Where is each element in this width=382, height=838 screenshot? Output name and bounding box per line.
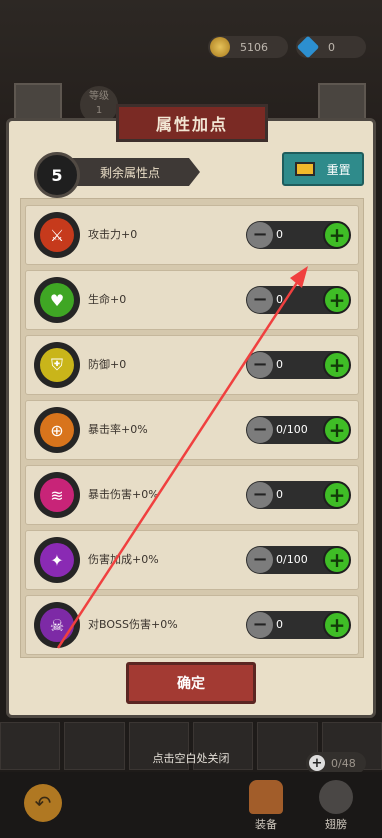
attribute-value: 0: [276, 293, 283, 306]
attribute-value: 0: [276, 358, 283, 371]
gem-value: 0: [328, 40, 335, 54]
dialog-title: 属性加点: [116, 104, 268, 142]
attribute-label: 攻击力+0: [88, 228, 138, 241]
attribute-icon-frame: ⊕: [34, 407, 80, 453]
level-value: 1: [95, 105, 103, 116]
attribute-row: ♥ 生命+0 − 0 +: [25, 270, 359, 330]
remaining-points-label: 剩余属性点: [62, 158, 200, 186]
attribute-label: 对BOSS伤害+0%: [88, 618, 178, 631]
attribute-value: 0/100: [276, 423, 308, 436]
nav-equipment[interactable]: 装备: [246, 780, 286, 832]
decrease-button[interactable]: −: [247, 482, 273, 508]
wings-icon: [319, 780, 353, 814]
boots-icon: ✦: [40, 543, 74, 577]
coin-icon: [210, 37, 230, 57]
attribute-value: 0: [276, 228, 283, 241]
attribute-stepper: − 0 +: [246, 351, 351, 379]
increase-button[interactable]: +: [323, 546, 351, 574]
gold-value: 5106: [240, 40, 268, 54]
attribute-row: ☠ 对BOSS伤害+0% − 0 +: [25, 595, 359, 655]
attribute-value: 0: [276, 488, 283, 501]
decrease-button[interactable]: −: [247, 547, 273, 573]
nav-wings-label: 翅膀: [325, 818, 347, 831]
attribute-row: ⛨ 防御+0 − 0 +: [25, 335, 359, 395]
attribute-icon-frame: ♥: [34, 277, 80, 323]
attribute-label: 暴击率+0%: [88, 423, 148, 436]
decrease-button[interactable]: −: [247, 612, 273, 638]
nav-wings[interactable]: 翅膀: [316, 780, 356, 832]
remaining-points-value: 5: [34, 152, 80, 198]
attribute-row: ≋ 暴击伤害+0% − 0 +: [25, 465, 359, 525]
attribute-stepper: − 0/100 +: [246, 546, 351, 574]
shield-icon: ⛨: [40, 348, 74, 382]
attribute-label: 生命+0: [88, 293, 127, 306]
gold-counter: 5106: [208, 36, 288, 58]
reset-button[interactable]: 重置: [282, 152, 364, 186]
reset-label: 重置: [326, 162, 351, 177]
increase-button[interactable]: +: [323, 481, 351, 509]
claw-icon: ≋: [40, 478, 74, 512]
nav-equipment-label: 装备: [255, 818, 277, 831]
inventory-count-value: 0/48: [331, 756, 356, 770]
attribute-stepper: − 0 +: [246, 481, 351, 509]
demon-skull-icon: ☠: [40, 608, 74, 642]
confirm-button[interactable]: 确定: [126, 662, 256, 704]
back-arrow-icon: ↶: [34, 791, 52, 815]
increase-button[interactable]: +: [323, 611, 351, 639]
attribute-label: 防御+0: [88, 358, 127, 371]
gem-icon: [296, 35, 320, 59]
attribute-row: ⊕ 暴击率+0% − 0/100 +: [25, 400, 359, 460]
attribute-stepper: − 0 +: [246, 221, 351, 249]
attribute-icon-frame: ⚔: [34, 212, 80, 258]
attribute-row: ⚔ 攻击力+0 − 0 +: [25, 205, 359, 265]
plus-icon: +: [309, 755, 325, 771]
decrease-button[interactable]: −: [247, 287, 273, 313]
attribute-label: 暴击伤害+0%: [88, 488, 159, 501]
attribute-icon-frame: ✦: [34, 537, 80, 583]
increase-button[interactable]: +: [323, 221, 351, 249]
increase-button[interactable]: +: [323, 351, 351, 379]
helmet-icon: [249, 780, 283, 814]
crosshair-icon: ⊕: [40, 413, 74, 447]
video-ad-icon: [295, 162, 316, 176]
attribute-stepper: − 0/100 +: [246, 416, 351, 444]
back-button[interactable]: ↶: [24, 784, 62, 822]
gem-counter: 0: [296, 35, 366, 59]
attribute-stepper: − 0 +: [246, 286, 351, 314]
attribute-label: 伤害加成+0%: [88, 553, 159, 566]
attribute-value: 0/100: [276, 553, 308, 566]
decrease-button[interactable]: −: [247, 417, 273, 443]
attribute-icon-frame: ☠: [34, 602, 80, 648]
inventory-count[interactable]: +0/48: [306, 752, 366, 774]
decrease-button[interactable]: −: [247, 352, 273, 378]
sword-icon: ⚔: [40, 218, 74, 252]
level-label: 等级: [89, 91, 109, 102]
heart-icon: ♥: [40, 283, 74, 317]
attribute-value: 0: [276, 618, 283, 631]
attribute-icon-frame: ≋: [34, 472, 80, 518]
increase-button[interactable]: +: [323, 416, 351, 444]
decrease-button[interactable]: −: [247, 222, 273, 248]
attribute-stepper: − 0 +: [246, 611, 351, 639]
increase-button[interactable]: +: [323, 286, 351, 314]
attribute-row: ✦ 伤害加成+0% − 0/100 +: [25, 530, 359, 590]
attribute-icon-frame: ⛨: [34, 342, 80, 388]
